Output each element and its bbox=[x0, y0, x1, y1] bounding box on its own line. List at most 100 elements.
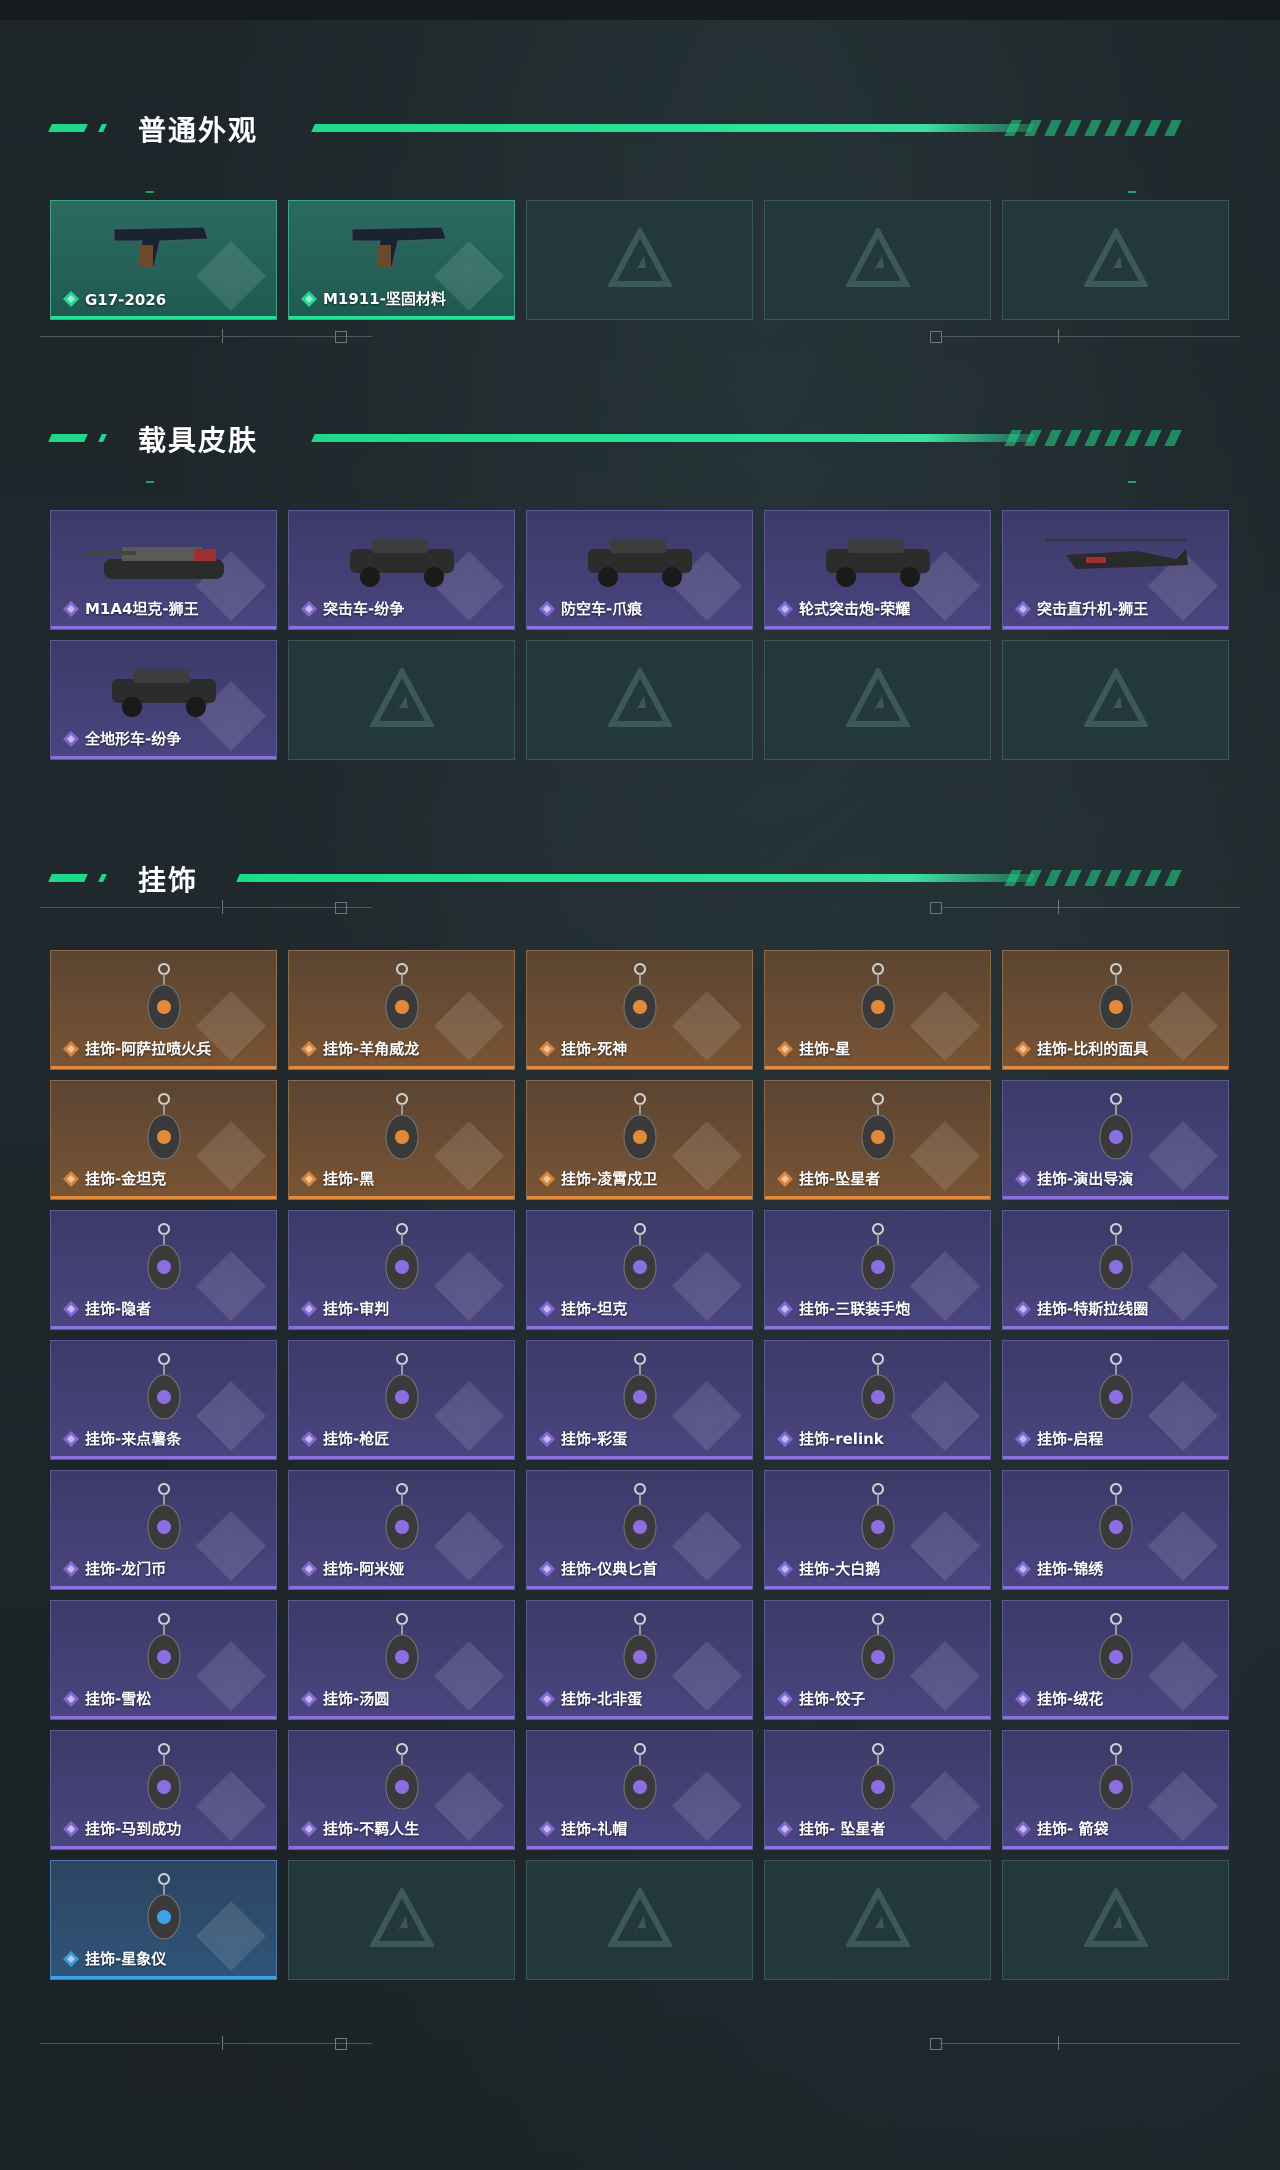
placeholder-logo-icon bbox=[844, 665, 911, 732]
section-title: 普通外观 bbox=[138, 114, 259, 147]
vehicle-item-card[interactable]: 突击车-纷争 bbox=[288, 510, 515, 630]
header-accent-dash bbox=[98, 874, 107, 882]
rarity-underline bbox=[51, 756, 276, 759]
item-label: 挂饰-死神 bbox=[561, 1040, 628, 1058]
vehicle-empty-slot bbox=[526, 640, 753, 760]
charms-item-card[interactable]: 挂饰-三联装手炮 bbox=[764, 1210, 991, 1330]
rarity-underline bbox=[1003, 626, 1228, 629]
rarity-diamond-icon bbox=[777, 601, 793, 617]
rarity-diamond-icon bbox=[63, 731, 79, 747]
charms-item-card[interactable]: 挂饰-金坦克 bbox=[50, 1080, 277, 1200]
vehicle-item-card[interactable]: M1A4坦克-狮王 bbox=[50, 510, 277, 630]
section-title: 载具皮肤 bbox=[138, 424, 259, 457]
charms-item-card[interactable]: 挂饰-演出导演 bbox=[1002, 1080, 1229, 1200]
charms-item-card[interactable]: 挂饰-死神 bbox=[526, 950, 753, 1070]
item-label: 挂饰-礼帽 bbox=[561, 1820, 628, 1838]
charms-item-card[interactable]: 挂饰-不羁人生 bbox=[288, 1730, 515, 1850]
appearance-empty-slot bbox=[526, 200, 753, 320]
charms-item-card[interactable]: 挂饰-彩蛋 bbox=[526, 1340, 753, 1460]
rarity-underline bbox=[1003, 1326, 1228, 1329]
charms-item-card[interactable]: 挂饰-特斯拉线圈 bbox=[1002, 1210, 1229, 1330]
rarity-diamond-icon bbox=[1015, 1301, 1031, 1317]
vehicle-item-card[interactable]: 突击直升机-狮王 bbox=[1002, 510, 1229, 630]
charm-icon bbox=[560, 1479, 720, 1557]
charm-icon bbox=[560, 1219, 720, 1297]
charms-item-card[interactable]: 挂饰-凌霄戍卫 bbox=[526, 1080, 753, 1200]
charms-item-card[interactable]: 挂饰-阿米娅 bbox=[288, 1470, 515, 1590]
charms-item-card[interactable]: 挂饰-马到成功 bbox=[50, 1730, 277, 1850]
vehicle-item-card[interactable]: 轮式突击炮-荣耀 bbox=[764, 510, 991, 630]
rarity-diamond-icon bbox=[777, 1431, 793, 1447]
vehicle-item-card[interactable]: 全地形车-纷争 bbox=[50, 640, 277, 760]
charms-item-card[interactable]: 挂饰-礼帽 bbox=[526, 1730, 753, 1850]
rarity-diamond-icon bbox=[301, 1821, 317, 1837]
item-label: 挂饰-演出导演 bbox=[1037, 1170, 1134, 1188]
rarity-underline bbox=[289, 1326, 514, 1329]
charms-item-card[interactable]: 挂饰-饺子 bbox=[764, 1600, 991, 1720]
charms-item-card[interactable]: 挂饰- 坠星者 bbox=[764, 1730, 991, 1850]
item-label: 挂饰-仪典匕首 bbox=[561, 1560, 658, 1578]
item-label: 挂饰-彩蛋 bbox=[561, 1430, 628, 1448]
charms-item-card[interactable]: 挂饰- 箭袋 bbox=[1002, 1730, 1229, 1850]
charm-icon bbox=[322, 1349, 482, 1427]
charms-item-card[interactable]: 挂饰-汤圆 bbox=[288, 1600, 515, 1720]
charms-item-card[interactable]: 挂饰-绒花 bbox=[1002, 1600, 1229, 1720]
rarity-diamond-icon bbox=[63, 1171, 79, 1187]
rarity-underline bbox=[765, 1326, 990, 1329]
charms-item-card[interactable]: 挂饰-来点薯条 bbox=[50, 1340, 277, 1460]
header-line bbox=[311, 434, 1035, 442]
rarity-underline bbox=[51, 626, 276, 629]
vehicle-item-card[interactable]: 防空车-爪痕 bbox=[526, 510, 753, 630]
charms-item-card[interactable]: 挂饰-大白鹅 bbox=[764, 1470, 991, 1590]
charms-item-card[interactable]: 挂饰-启程 bbox=[1002, 1340, 1229, 1460]
charm-icon bbox=[798, 1739, 958, 1817]
rarity-diamond-icon bbox=[63, 1301, 79, 1317]
charms-item-card[interactable]: 挂饰-隐者 bbox=[50, 1210, 277, 1330]
charm-icon bbox=[798, 1479, 958, 1557]
charms-item-card[interactable]: 挂饰-审判 bbox=[288, 1210, 515, 1330]
charms-item-card[interactable]: 挂饰-黑 bbox=[288, 1080, 515, 1200]
charms-item-card[interactable]: 挂饰-阿萨拉喷火兵 bbox=[50, 950, 277, 1070]
header-line bbox=[236, 874, 1035, 882]
item-label: 挂饰-龙门币 bbox=[85, 1560, 167, 1578]
charms-item-card[interactable]: 挂饰-仪典匕首 bbox=[526, 1470, 753, 1590]
charms-item-card[interactable]: 挂饰-relink bbox=[764, 1340, 991, 1460]
rarity-diamond-icon bbox=[539, 1171, 555, 1187]
appearance-item-card[interactable]: G17-2026 bbox=[50, 200, 277, 320]
section-header-appearance: 普通外观 bbox=[48, 107, 1198, 147]
item-label: 挂饰-比利的面具 bbox=[1037, 1040, 1149, 1058]
rarity-diamond-icon bbox=[63, 1951, 79, 1967]
charms-item-card[interactable]: 挂饰-锦绣 bbox=[1002, 1470, 1229, 1590]
charm-icon bbox=[322, 1609, 482, 1687]
header-accent-dash bbox=[48, 124, 88, 132]
charms-item-card[interactable]: 挂饰-龙门币 bbox=[50, 1470, 277, 1590]
item-label: 突击车-纷争 bbox=[323, 600, 405, 618]
section-header-charms: 挂饰 bbox=[48, 857, 1198, 897]
item-label: 挂饰-大白鹅 bbox=[799, 1560, 881, 1578]
corner-tick bbox=[1128, 191, 1136, 193]
charms-item-card[interactable]: 挂饰-北非蛋 bbox=[526, 1600, 753, 1720]
charms-item-card[interactable]: 挂饰-星 bbox=[764, 950, 991, 1070]
placeholder-logo-icon bbox=[844, 1885, 911, 1952]
charms-item-card[interactable]: 挂饰-比利的面具 bbox=[1002, 950, 1229, 1070]
top-bar bbox=[0, 0, 1280, 20]
charms-item-card[interactable]: 挂饰-星象仪 bbox=[50, 1860, 277, 1980]
appearance-item-card[interactable]: M1911-坚固材料 bbox=[288, 200, 515, 320]
rarity-diamond-icon bbox=[539, 1561, 555, 1577]
charms-item-card[interactable]: 挂饰-羊角威龙 bbox=[288, 950, 515, 1070]
charms-item-card[interactable]: 挂饰-雪松 bbox=[50, 1600, 277, 1720]
item-label: 挂饰-羊角威龙 bbox=[323, 1040, 420, 1058]
rarity-underline bbox=[527, 1196, 752, 1199]
charms-item-card[interactable]: 挂饰-枪匠 bbox=[288, 1340, 515, 1460]
charm-icon bbox=[1036, 1349, 1196, 1427]
rarity-diamond-icon bbox=[539, 601, 555, 617]
charms-item-card[interactable]: 挂饰-坦克 bbox=[526, 1210, 753, 1330]
rarity-underline bbox=[765, 1456, 990, 1459]
header-line bbox=[311, 124, 1035, 132]
rarity-underline bbox=[527, 1716, 752, 1719]
charms-item-card[interactable]: 挂饰-坠星者 bbox=[764, 1080, 991, 1200]
rarity-diamond-icon bbox=[63, 1041, 79, 1057]
charm-icon bbox=[560, 959, 720, 1037]
rarity-underline bbox=[527, 1586, 752, 1589]
charm-icon bbox=[84, 959, 244, 1037]
